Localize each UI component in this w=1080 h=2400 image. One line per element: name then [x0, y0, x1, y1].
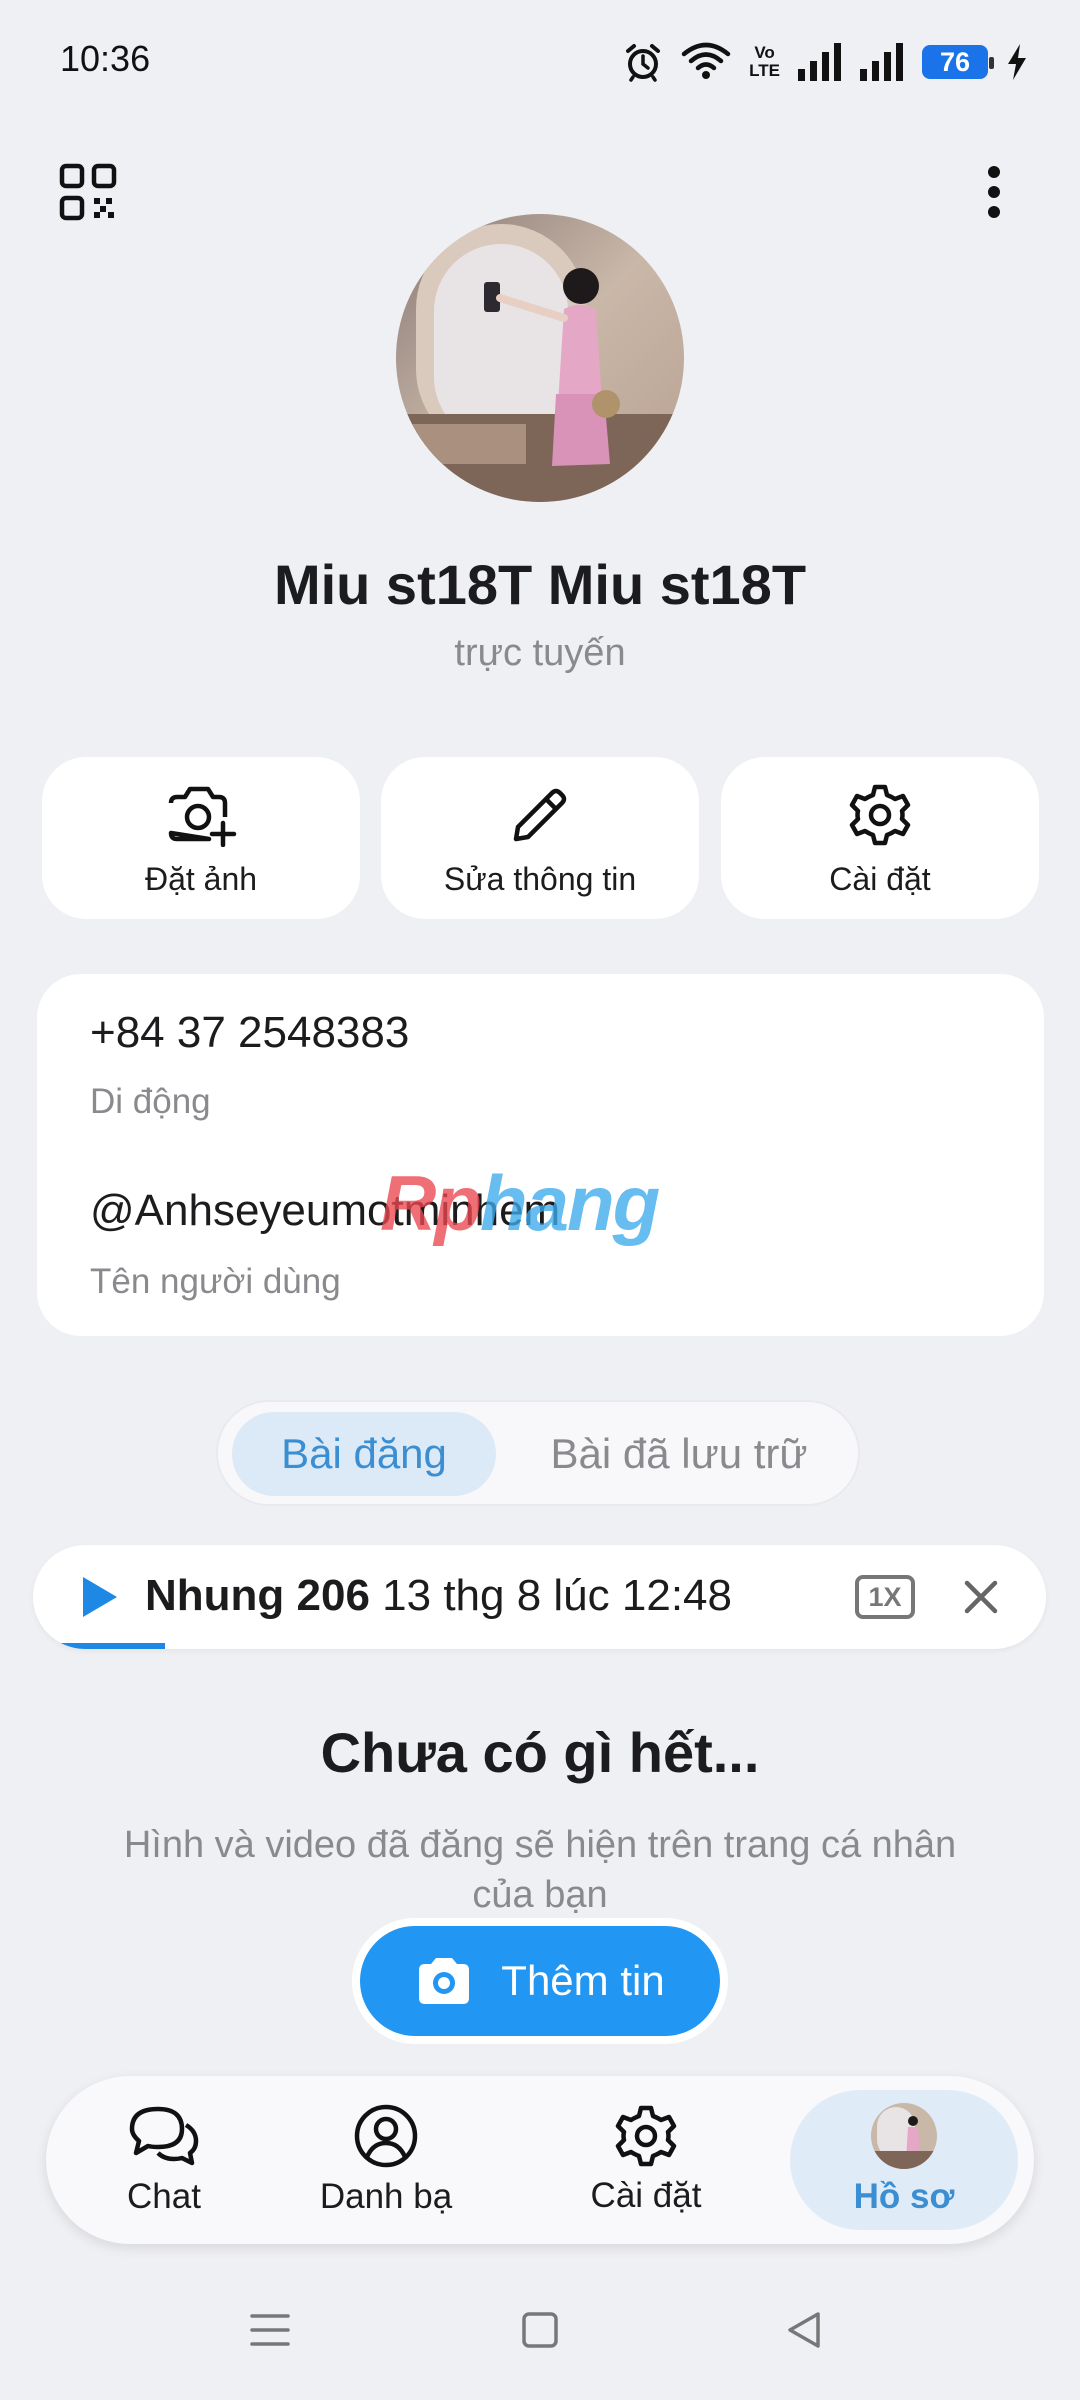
profile-photo: [396, 214, 684, 502]
nav-contacts-label: Danh bạ: [319, 2177, 453, 2216]
volte-line1: Vo: [754, 43, 775, 62]
status-bar: 10:36 Vo LTE 76: [0, 0, 1080, 124]
nav-settings-label: Cài đặt: [590, 2176, 702, 2215]
username-label: Tên người dùng: [90, 1262, 341, 1301]
gear-icon: [849, 784, 911, 845]
tab-archived[interactable]: Bài đã lưu trữ: [514, 1412, 844, 1496]
volte-indicator: Vo LTE: [749, 44, 780, 80]
chat-bubbles-icon: [129, 2106, 199, 2166]
edit-info-label: Sửa thông tin: [443, 860, 637, 897]
gear-icon: [615, 2105, 677, 2167]
edit-info-button[interactable]: Sửa thông tin: [381, 757, 699, 919]
alarm-icon: [626, 44, 661, 82]
empty-state-title: Chưa có gì hết...: [320, 1721, 760, 1784]
settings-label: Cài đặt: [829, 860, 931, 897]
posts-tabs: Bài đăng Bài đã lưu trữ: [216, 1400, 860, 1506]
audio-title: Nhung 206: [145, 1571, 370, 1620]
qr-code-icon: [59, 163, 117, 221]
camera-plus-icon: [168, 786, 237, 847]
watermark-logo: Rphang: [380, 1159, 660, 1247]
bottom-navigation: Chat Danh bạ Cài đặt Hồ sơ: [46, 2076, 1034, 2244]
nav-chat[interactable]: Chat: [74, 2076, 254, 2244]
add-story-button[interactable]: Thêm tin: [352, 1918, 728, 2044]
audio-info: Nhung 206 13 thg 8 lúc 12:48: [145, 1571, 732, 1621]
audio-date: 13 thg 8 lúc 12:48: [382, 1571, 732, 1620]
qr-code-button[interactable]: [48, 152, 128, 232]
battery-level: 76: [939, 46, 971, 77]
profile-name: Miu st18T Miu st18T: [273, 553, 807, 616]
back-icon[interactable]: [784, 2310, 824, 2350]
wifi-icon: [681, 42, 731, 79]
tab-posts[interactable]: Bài đăng: [232, 1412, 496, 1496]
phone-label: Di động: [90, 1082, 211, 1121]
nav-profile-label: Hồ sơ: [853, 2177, 955, 2216]
signal-icon-2: [860, 43, 903, 81]
volte-line2: LTE: [749, 61, 780, 80]
playback-speed-button[interactable]: 1X: [855, 1575, 915, 1619]
camera-icon: [419, 1958, 470, 2004]
battery-indicator: 76: [922, 45, 994, 79]
play-icon[interactable]: [79, 1575, 119, 1619]
contact-icon: [354, 2104, 418, 2168]
online-status: trực tuyến: [454, 632, 626, 674]
more-options-button[interactable]: [954, 152, 1034, 232]
menu-icon[interactable]: [250, 2310, 290, 2350]
status-icons: Vo LTE 76: [623, 38, 1028, 86]
pencil-icon: [513, 788, 567, 841]
avatar: [871, 2103, 937, 2169]
empty-state-description: Hình và video đã đăng sẽ hiện trên trang…: [123, 1824, 957, 1916]
charging-icon: [1008, 44, 1026, 80]
add-story-label: Thêm tin: [501, 1957, 665, 2004]
audio-player-bar[interactable]: Nhung 206 13 thg 8 lúc 12:48 1X: [33, 1545, 1046, 1649]
settings-button[interactable]: Cài đặt: [721, 757, 1039, 919]
signal-icon: [798, 43, 841, 81]
home-icon[interactable]: [521, 2310, 559, 2350]
nav-contacts[interactable]: Danh bạ: [286, 2076, 486, 2244]
more-vertical-icon: [988, 166, 1000, 218]
set-photo-button[interactable]: Đặt ảnh: [42, 757, 360, 919]
nav-chat-label: Chat: [127, 2177, 201, 2216]
phone-number[interactable]: +84 37 2548383: [90, 1008, 409, 1058]
status-time: 10:36: [60, 38, 151, 79]
audio-progress: [33, 1643, 165, 1649]
contact-info-card: +84 37 2548383 Di động @Anhseyeumotminhe…: [37, 974, 1044, 1336]
profile-avatar[interactable]: [396, 214, 684, 502]
nav-settings[interactable]: Cài đặt: [546, 2076, 746, 2244]
nav-profile[interactable]: Hồ sơ: [790, 2090, 1018, 2230]
set-photo-label: Đặt ảnh: [144, 860, 258, 897]
close-icon[interactable]: [957, 1573, 1005, 1621]
